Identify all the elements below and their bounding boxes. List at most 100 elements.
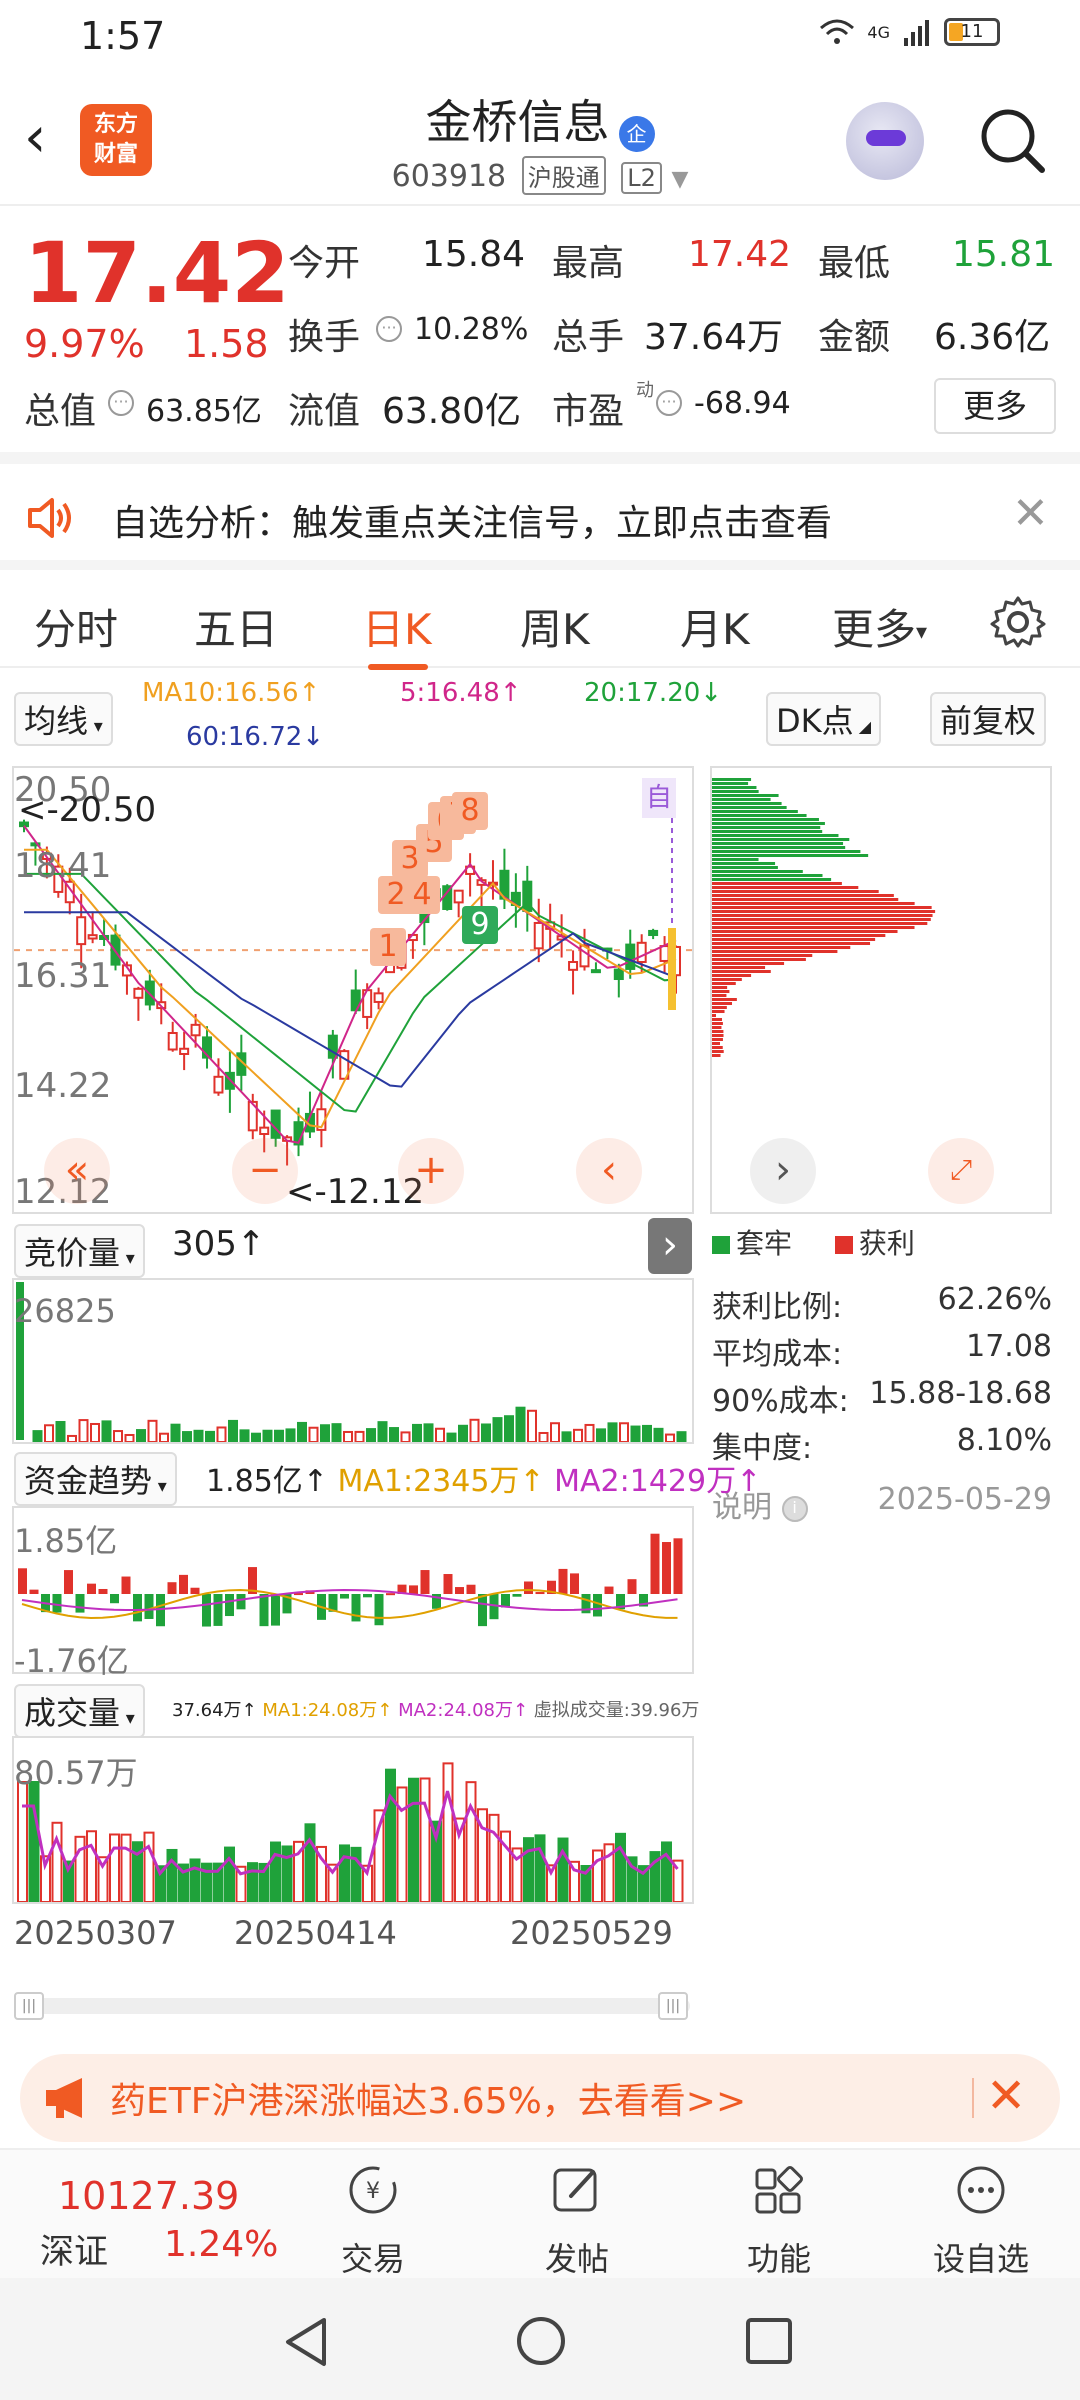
nav-home-icon[interactable] xyxy=(514,2314,568,2368)
chip-bar xyxy=(712,898,899,901)
float-label: 流值 xyxy=(288,391,361,432)
speaker-icon xyxy=(28,498,71,538)
chip-bar xyxy=(712,826,821,829)
chip-bar xyxy=(712,906,932,909)
fund-bar xyxy=(455,1587,464,1594)
gear-icon[interactable] xyxy=(990,594,1046,650)
auction-bar xyxy=(619,1422,629,1442)
auction-bar xyxy=(366,1428,376,1442)
fund-trend-selector[interactable]: 资金趋势 ▾ xyxy=(14,1452,177,1506)
adjust-selector[interactable]: 前复权 xyxy=(930,692,1047,746)
chip-bar xyxy=(712,1046,723,1049)
nav-back-icon[interactable] xyxy=(280,2314,332,2370)
level2-tag[interactable]: L2 xyxy=(621,162,662,194)
volume-value: 37.64万↑ xyxy=(172,1700,257,1721)
fund-bar xyxy=(98,1588,108,1594)
assistant-avatar[interactable] xyxy=(846,102,924,180)
stock-code: 603918 xyxy=(391,159,507,194)
fund-bar xyxy=(512,1594,522,1597)
chip-bar xyxy=(712,782,749,785)
volume-bar xyxy=(661,1841,672,1902)
search-icon[interactable] xyxy=(976,104,1048,176)
tab-more[interactable]: 更多▾ xyxy=(832,596,927,657)
y-label: -1.76亿 xyxy=(14,1642,129,1680)
volume-label: 总手 xyxy=(552,317,625,358)
index-pct[interactable]: 1.24% xyxy=(164,2224,278,2265)
collapse-arrow-icon[interactable]: › xyxy=(648,1218,692,1274)
volume-bar xyxy=(396,1786,408,1902)
auction-bar xyxy=(32,1430,43,1442)
tab-daily-k[interactable]: 日K xyxy=(362,596,432,657)
auction-bar xyxy=(377,1421,388,1442)
status-bar: 1:57 4G 11 xyxy=(0,0,1080,74)
fund-bar xyxy=(604,1586,614,1594)
chip-bar xyxy=(712,942,871,945)
chip-bar xyxy=(712,894,894,897)
info-icon[interactable]: ··· xyxy=(108,390,134,416)
tab-monthly-k[interactable]: 月K xyxy=(680,596,750,657)
volume-selector[interactable]: 成交量 ▾ xyxy=(14,1684,145,1738)
chip-bar xyxy=(712,866,778,869)
dk-point-selector[interactable]: DK点 ◢ xyxy=(766,692,882,746)
auction-bar xyxy=(607,1422,618,1442)
fullscreen-icon[interactable]: ⤢ xyxy=(928,1138,994,1204)
index-value[interactable]: 10127.39 xyxy=(58,2174,239,2218)
auction-bar xyxy=(412,1423,422,1442)
index-name[interactable]: 深证 xyxy=(40,2224,108,2273)
info-icon[interactable]: ··· xyxy=(376,316,402,342)
chip-bar xyxy=(712,974,752,977)
more-button[interactable]: 更多 xyxy=(934,378,1056,434)
chip-distribution-chart[interactable]: › ⤢ xyxy=(710,766,1052,1214)
banner-text: 自选分析：触发重点关注信号，立即点击查看 xyxy=(112,503,833,544)
tab-intraday[interactable]: 分时 xyxy=(34,596,118,657)
self-select-tag: 自 xyxy=(642,778,676,818)
dropdown-arrow-icon[interactable]: ▼ xyxy=(671,167,688,192)
scroll-start-button[interactable]: « xyxy=(44,1138,110,1204)
megaphone-icon xyxy=(46,2078,82,2118)
auction-bar xyxy=(55,1421,66,1442)
volume-chart: 80.57万 xyxy=(12,1736,694,1904)
fund-bar xyxy=(593,1594,602,1617)
volume-bar xyxy=(120,1833,132,1902)
close-icon[interactable]: ✕ xyxy=(986,2068,1026,2124)
info-icon[interactable]: ··· xyxy=(656,390,682,416)
fund-bar xyxy=(650,1533,660,1594)
chip-bar xyxy=(712,926,915,929)
nav-recents-icon[interactable] xyxy=(744,2316,794,2366)
zoom-out-button[interactable]: − xyxy=(232,1138,298,1204)
volume-bar xyxy=(557,1837,569,1902)
kline-chart[interactable]: 20.50 18.41 16.31 14.22 12.12 <-20.50 <-… xyxy=(12,766,694,1214)
close-icon[interactable]: ✕ xyxy=(1012,488,1049,539)
post-button[interactable]: 发帖 xyxy=(512,2162,642,2280)
tab-five-day[interactable]: 五日 xyxy=(194,596,278,657)
back-icon[interactable]: ‹ xyxy=(24,108,64,168)
trade-button[interactable]: ¥ 交易 xyxy=(308,2162,438,2280)
candle-body xyxy=(190,1023,201,1037)
add-watchlist-button[interactable]: 设自选 xyxy=(916,2162,1046,2280)
y-label: 1.85亿 xyxy=(14,1522,118,1560)
promo-bar[interactable]: 药ETF沪港深涨幅达3.65%，去看看>> ✕ xyxy=(20,2054,1060,2142)
volume-bar xyxy=(247,1862,258,1902)
auction-bar xyxy=(331,1423,342,1442)
volume-value: 37.64万 xyxy=(644,317,784,358)
scroll-left-button[interactable]: ‹ xyxy=(576,1138,642,1204)
signal-banner[interactable]: 自选分析：触发重点关注信号，立即点击查看 ✕ xyxy=(0,452,1080,560)
chip-bar xyxy=(712,878,832,881)
range-handle-right[interactable]: ||| xyxy=(658,1992,688,2020)
volume-bar xyxy=(442,1762,454,1902)
range-slider[interactable]: ||| ||| xyxy=(14,1992,690,2020)
volume-ma1: MA1:24.08万↑ xyxy=(262,1700,393,1721)
fund-bar xyxy=(236,1594,246,1610)
zoom-in-button[interactable]: + xyxy=(398,1138,464,1204)
volume-bar xyxy=(86,1830,97,1902)
range-handle-left[interactable]: ||| xyxy=(14,1992,44,2020)
features-button[interactable]: 功能 xyxy=(714,2162,844,2280)
auction-bar xyxy=(124,1433,135,1442)
auction-selector[interactable]: 竞价量 ▾ xyxy=(14,1224,145,1278)
auction-bar xyxy=(653,1427,664,1442)
ma-selector[interactable]: 均线 ▾ xyxy=(14,692,113,746)
tab-weekly-k[interactable]: 周K xyxy=(520,596,590,657)
chip-bar xyxy=(712,934,886,937)
expand-right-button[interactable]: › xyxy=(750,1138,816,1204)
fund-bar xyxy=(558,1568,568,1594)
